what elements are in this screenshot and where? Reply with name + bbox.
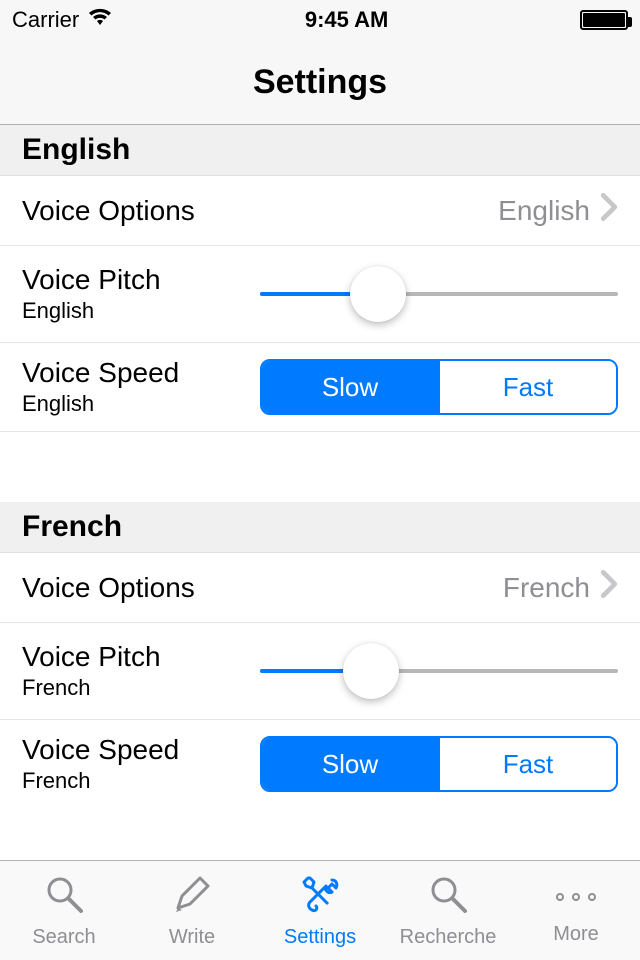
tab-label: More	[553, 923, 599, 946]
voice-pitch-sub: English	[22, 298, 260, 324]
tab-search[interactable]: Search	[0, 861, 128, 960]
voice-pitch-french-slider[interactable]	[260, 669, 618, 673]
status-left: Carrier	[12, 7, 113, 33]
voice-speed-label: Voice Speed	[22, 357, 260, 389]
tab-settings[interactable]: Settings	[256, 861, 384, 960]
page-title: Settings	[253, 63, 387, 102]
tab-label: Write	[169, 926, 215, 949]
settings-content: English Voice Options English Voice Pitc…	[0, 125, 640, 860]
voice-speed-slow-button[interactable]: Slow	[262, 361, 438, 413]
status-bar: Carrier 9:45 AM	[0, 0, 640, 40]
tab-more[interactable]: More	[512, 861, 640, 960]
chevron-right-icon	[600, 193, 618, 228]
section-header-english: English	[0, 125, 640, 176]
voice-pitch-english-row: Voice Pitch English	[0, 246, 640, 343]
search-icon	[42, 872, 86, 922]
voice-pitch-label: Voice Pitch	[22, 264, 260, 296]
tab-write[interactable]: Write	[128, 861, 256, 960]
voice-speed-sub: English	[22, 391, 260, 417]
battery-icon	[580, 10, 628, 30]
tab-label: Settings	[284, 926, 356, 949]
section-header-french: French	[0, 502, 640, 553]
voice-speed-sub: French	[22, 768, 260, 794]
chevron-right-icon	[600, 570, 618, 605]
tab-recherche[interactable]: Recherche	[384, 861, 512, 960]
voice-options-label: Voice Options	[22, 572, 195, 604]
voice-speed-slow-button[interactable]: Slow	[262, 738, 438, 790]
search-icon	[426, 872, 470, 922]
slider-thumb[interactable]	[350, 266, 406, 322]
voice-speed-english-segmented[interactable]: Slow Fast	[260, 359, 618, 415]
voice-speed-fast-button[interactable]: Fast	[438, 738, 616, 790]
voice-options-value: English	[498, 195, 590, 227]
voice-options-french-row[interactable]: Voice Options French	[0, 553, 640, 623]
voice-options-label: Voice Options	[22, 195, 195, 227]
voice-speed-french-segmented[interactable]: Slow Fast	[260, 736, 618, 792]
pencil-icon	[170, 872, 214, 922]
voice-pitch-french-row: Voice Pitch French	[0, 623, 640, 720]
tab-label: Search	[32, 926, 95, 949]
status-time: 9:45 AM	[305, 7, 389, 33]
tab-label: Recherche	[400, 926, 497, 949]
voice-options-value: French	[503, 572, 590, 604]
voice-speed-fast-button[interactable]: Fast	[438, 361, 616, 413]
section-gap	[0, 432, 640, 502]
voice-speed-french-row: Voice Speed French Slow Fast	[0, 720, 640, 808]
voice-pitch-label: Voice Pitch	[22, 641, 260, 673]
more-icon	[556, 875, 596, 919]
tools-icon	[298, 872, 342, 922]
voice-options-english-row[interactable]: Voice Options English	[0, 176, 640, 246]
carrier-label: Carrier	[12, 7, 79, 33]
wifi-icon	[87, 7, 113, 33]
voice-speed-english-row: Voice Speed English Slow Fast	[0, 343, 640, 432]
navigation-bar: Settings	[0, 40, 640, 125]
slider-thumb[interactable]	[343, 643, 399, 699]
voice-speed-label: Voice Speed	[22, 734, 260, 766]
tab-bar: Search Write Settings Recherche More	[0, 860, 640, 960]
voice-pitch-english-slider[interactable]	[260, 292, 618, 296]
voice-pitch-sub: French	[22, 675, 260, 701]
